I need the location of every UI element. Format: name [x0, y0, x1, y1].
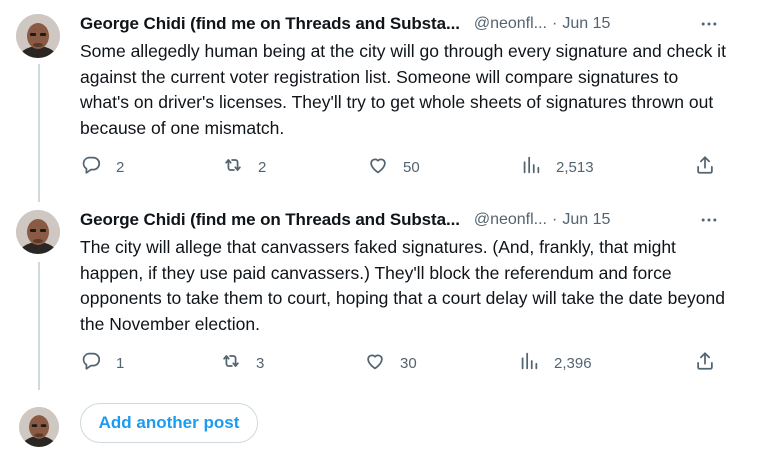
tweet-text: Some allegedly human being at the city w… [80, 41, 726, 138]
tweet-header: George Chidi (find me on Threads and Sub… [80, 209, 730, 231]
tweet-text: The city will allege that canvassers fak… [80, 237, 726, 334]
like-button[interactable]: 50 [367, 156, 420, 178]
more-icon[interactable] [698, 209, 720, 231]
tweet[interactable]: George Chidi (find me on Threads and Sub… [80, 13, 730, 176]
like-button[interactable]: 30 [364, 352, 417, 374]
repost-count: 2 [258, 158, 267, 176]
thread-connector-line [38, 64, 40, 202]
author-name[interactable]: George Chidi (find me on Threads and Sub… [80, 210, 460, 230]
author-handle[interactable]: @neonfl... [474, 15, 547, 33]
author-handle[interactable]: @neonfl... [474, 211, 547, 229]
more-icon[interactable] [698, 13, 720, 35]
post-date[interactable]: Jun 15 [562, 15, 610, 33]
separator: · [552, 15, 558, 32]
post-date[interactable]: Jun 15 [562, 211, 610, 229]
avatar[interactable] [16, 14, 60, 58]
repost-icon [220, 350, 242, 376]
tweet[interactable]: George Chidi (find me on Threads and Sub… [80, 209, 730, 372]
share-button[interactable] [694, 156, 716, 178]
reply-count: 1 [116, 354, 125, 372]
avatar [19, 407, 59, 447]
repost-button[interactable]: 3 [220, 352, 264, 374]
reply-button[interactable]: 1 [80, 352, 124, 374]
add-another-post-button[interactable]: Add another post [80, 403, 258, 443]
like-count: 30 [400, 354, 417, 372]
share-icon [694, 154, 716, 180]
views-count: 2,396 [554, 354, 592, 372]
share-icon [694, 350, 716, 376]
views-button[interactable]: 2,513 [520, 156, 594, 178]
reply-button[interactable]: 2 [80, 156, 124, 178]
action-bar: 1 3 30 2,396 [80, 352, 720, 374]
repost-count: 3 [256, 354, 265, 372]
views-count: 2,513 [556, 158, 594, 176]
avatar[interactable] [16, 210, 60, 254]
share-button[interactable] [694, 352, 716, 374]
repost-icon [222, 154, 244, 180]
separator: · [552, 211, 558, 228]
repost-button[interactable]: 2 [222, 156, 266, 178]
thread-connector-line [38, 262, 40, 390]
heart-icon [367, 154, 389, 180]
tweet-header: George Chidi (find me on Threads and Sub… [80, 13, 730, 35]
reply-icon [80, 154, 102, 180]
views-chart-icon [520, 154, 542, 180]
action-bar: 2 2 50 2,513 [80, 156, 720, 178]
views-chart-icon [518, 350, 540, 376]
reply-icon [80, 350, 102, 376]
author-name[interactable]: George Chidi (find me on Threads and Sub… [80, 14, 460, 34]
heart-icon [364, 350, 386, 376]
views-button[interactable]: 2,396 [518, 352, 592, 374]
reply-count: 2 [116, 158, 125, 176]
like-count: 50 [403, 158, 420, 176]
